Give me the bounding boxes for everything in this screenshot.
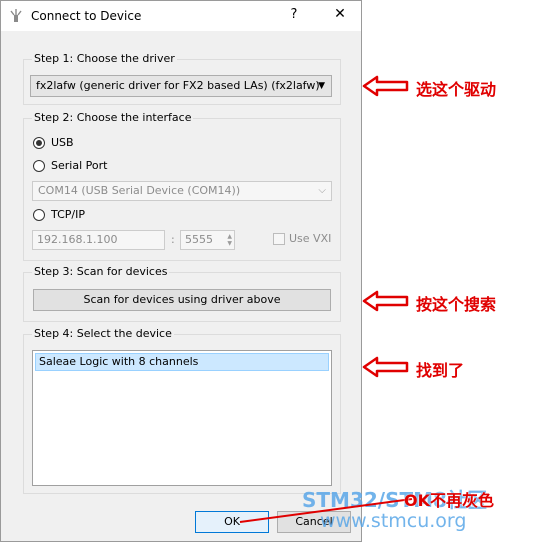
usb-radio[interactable] xyxy=(33,137,45,149)
serial-port-select[interactable]: COM14 (USB Serial Device (COM14)) ⌵ xyxy=(32,181,332,201)
annotation-driver: 选这个驱动 xyxy=(416,80,497,99)
help-button[interactable]: ? xyxy=(283,7,305,25)
host-value: 192.168.1.100 xyxy=(37,233,118,246)
serial-port-label[interactable]: Serial Port xyxy=(51,159,107,172)
driver-select[interactable]: fx2lafw (generic driver for FX2 based LA… xyxy=(30,75,332,97)
annotation-found: 找到了 xyxy=(416,361,465,380)
annotation-arrow-icon xyxy=(362,290,409,312)
app-icon xyxy=(10,9,22,22)
step4-label: Step 4: Select the device xyxy=(32,327,174,340)
annotation-arrow-icon xyxy=(362,75,409,97)
usb-label[interactable]: USB xyxy=(51,136,74,149)
step2-label: Step 2: Choose the interface xyxy=(32,111,194,124)
connect-dialog: Connect to Device ? ✕ Step 1: Choose the… xyxy=(0,0,362,542)
device-list-item[interactable]: Saleae Logic with 8 channels xyxy=(35,353,329,371)
device-name: Saleae Logic with 8 channels xyxy=(39,355,199,368)
annotation-ok: OK不再灰色 xyxy=(404,491,495,510)
spin-arrows-icon[interactable]: ▲ ▼ xyxy=(227,233,232,247)
driver-value: fx2lafw (generic driver for FX2 based LA… xyxy=(36,79,320,92)
annotation-arrow-icon xyxy=(362,356,409,378)
close-button[interactable]: ✕ xyxy=(329,6,351,26)
annotation-scan: 按这个搜索 xyxy=(416,295,497,314)
host-input[interactable]: 192.168.1.100 xyxy=(32,230,165,250)
serial-port-radio[interactable] xyxy=(33,160,45,172)
title-bar: Connect to Device ? ✕ xyxy=(1,1,361,31)
port-value: 5555 xyxy=(185,233,213,246)
device-list[interactable]: Saleae Logic with 8 channels xyxy=(32,350,332,486)
chevron-down-icon: ⌵ xyxy=(318,185,326,196)
annotation-line-icon xyxy=(239,498,413,523)
use-vxi-checkbox[interactable] xyxy=(273,233,285,245)
dropdown-arrow-icon: ▼ xyxy=(318,81,325,91)
use-vxi-label[interactable]: Use VXI xyxy=(289,232,331,245)
tcp-ip-radio[interactable] xyxy=(33,209,45,221)
step1-label: Step 1: Choose the driver xyxy=(32,52,177,65)
serial-port-value: COM14 (USB Serial Device (COM14)) xyxy=(38,184,241,197)
step3-label: Step 3: Scan for devices xyxy=(32,265,170,278)
scan-devices-button[interactable]: Scan for devices using driver above xyxy=(33,289,331,311)
port-separator: : xyxy=(171,233,175,246)
scan-button-label: Scan for devices using driver above xyxy=(83,293,281,306)
window-title: Connect to Device xyxy=(31,9,142,23)
tcp-ip-label[interactable]: TCP/IP xyxy=(51,208,85,221)
port-spinbox[interactable]: 5555 ▲ ▼ xyxy=(180,230,235,250)
